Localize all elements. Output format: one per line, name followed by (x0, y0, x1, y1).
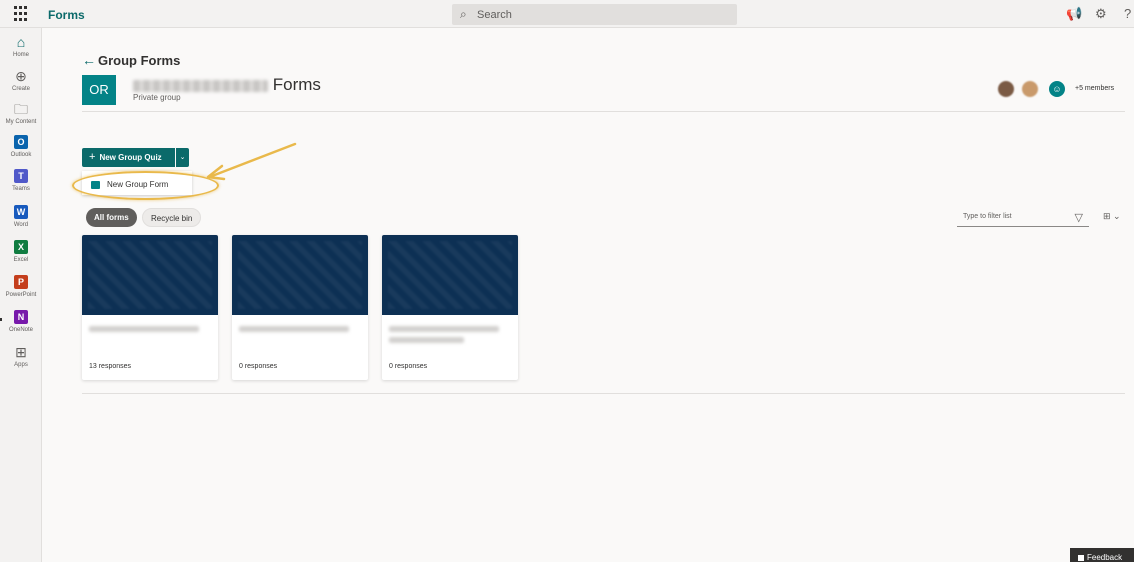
redacted-form-title (239, 326, 349, 332)
tab-recycle-bin[interactable]: Recycle bin (142, 208, 202, 227)
back-arrow-icon[interactable]: ← (82, 52, 96, 68)
rail-item-word[interactable]: W Word (0, 205, 42, 228)
chevron-down-icon: ⌄ (179, 154, 186, 161)
group-avatar: OR (82, 75, 116, 105)
member-avatar[interactable] (998, 81, 1014, 97)
filter-list-input[interactable]: Type to filter list ▽ (957, 208, 1089, 227)
highlight-ellipse-annotation (72, 171, 219, 200)
feedback-icon (1078, 554, 1084, 561)
rail-label: OneNote (8, 327, 33, 333)
search-box[interactable]: ⌕ Search (452, 4, 737, 25)
help-icon[interactable]: ? (1124, 6, 1131, 21)
whats-new-icon[interactable]: 📢 (1066, 6, 1082, 22)
content-divider (82, 393, 1125, 394)
rail-item-create[interactable]: ⊕ Create (0, 69, 42, 92)
rail-item-teams[interactable]: T Teams (0, 169, 42, 192)
rail-label: PowerPoint (5, 292, 37, 298)
teams-icon: T (14, 169, 28, 183)
rail-item-excel[interactable]: X Excel (0, 240, 42, 263)
rail-label: Teams (12, 186, 30, 192)
response-count: 13 responses (89, 363, 132, 370)
search-icon: ⌕ (460, 7, 467, 21)
rail-label: Outlook (10, 152, 32, 158)
app-name[interactable]: Forms (48, 8, 85, 22)
page-title-text: Group Forms (98, 53, 181, 68)
group-subtitle: Private group (133, 93, 181, 102)
redacted-group-name (133, 79, 268, 92)
rail-label: Word (13, 222, 29, 228)
form-card[interactable]: 13 responses (82, 235, 218, 380)
redacted-form-title (389, 326, 499, 332)
outlook-icon: O (14, 135, 28, 149)
member-avatar[interactable] (1022, 81, 1038, 97)
form-thumbnail (232, 235, 368, 315)
rail-item-home[interactable]: ⌂ Home (0, 35, 42, 58)
left-rail: ⌂ Home ⊕ Create 🗀 My Content O Outlook T… (0, 28, 42, 562)
view-toggle-grid-icon[interactable]: ⊞ ⌄ (1103, 211, 1121, 222)
group-name: Forms (133, 75, 321, 95)
rail-item-onenote[interactable]: N OneNote (0, 310, 42, 333)
excel-icon: X (14, 240, 28, 254)
new-group-quiz-button[interactable]: + New Group Quiz (82, 148, 175, 167)
folder-icon: 🗀 (14, 101, 28, 117)
rail-label: My Content (5, 119, 37, 125)
members-count[interactable]: +5 members (1075, 85, 1114, 92)
form-thumbnail (82, 235, 218, 315)
form-card[interactable]: 0 responses (232, 235, 368, 380)
rail-item-outlook[interactable]: O Outlook (0, 135, 42, 158)
new-dropdown-toggle[interactable]: ⌄ (176, 148, 189, 167)
app-launcher-icon[interactable] (14, 6, 30, 22)
rail-edge-marker (0, 318, 2, 321)
rail-item-my-content[interactable]: 🗀 My Content (0, 102, 42, 125)
rail-label: Apps (14, 362, 28, 368)
word-icon: W (14, 205, 28, 219)
feedback-button[interactable]: Feedback (1070, 548, 1134, 562)
members-person-icon[interactable]: ☺ (1049, 81, 1065, 97)
tab-all-forms[interactable]: All forms (86, 208, 137, 227)
new-group-quiz-label: New Group Quiz (99, 153, 162, 162)
header-divider (82, 111, 1125, 112)
filter-placeholder: Type to filter list (963, 213, 1012, 220)
filter-funnel-icon[interactable]: ▽ (1075, 211, 1083, 224)
settings-gear-icon[interactable]: ⚙ (1095, 6, 1107, 22)
rail-label: Excel (13, 257, 29, 263)
top-bar: Forms ⌕ Search 📢 ⚙ ? (0, 0, 1134, 28)
feedback-label: Feedback (1087, 553, 1123, 562)
callout-arrow-annotation (206, 142, 297, 181)
search-placeholder: Search (477, 9, 512, 21)
form-thumbnail (382, 235, 518, 315)
plus-circle-icon: ⊕ (15, 68, 27, 84)
home-icon: ⌂ (16, 34, 26, 50)
plus-icon: + (89, 151, 96, 163)
redacted-form-title-line2 (389, 337, 464, 343)
redacted-form-title (89, 326, 199, 332)
page-title[interactable]: ← Group Forms (82, 52, 180, 68)
form-card[interactable]: 0 responses (382, 235, 518, 380)
apps-grid-icon: ⊞ (15, 344, 27, 360)
onenote-icon: N (14, 310, 28, 324)
rail-item-powerpoint[interactable]: P PowerPoint (0, 275, 42, 298)
rail-label: Home (12, 52, 29, 58)
powerpoint-icon: P (14, 275, 28, 289)
response-count: 0 responses (389, 363, 428, 370)
rail-item-apps[interactable]: ⊞ Apps (0, 345, 42, 368)
group-name-suffix: Forms (272, 75, 321, 94)
response-count: 0 responses (239, 363, 278, 370)
rail-label: Create (11, 86, 30, 92)
